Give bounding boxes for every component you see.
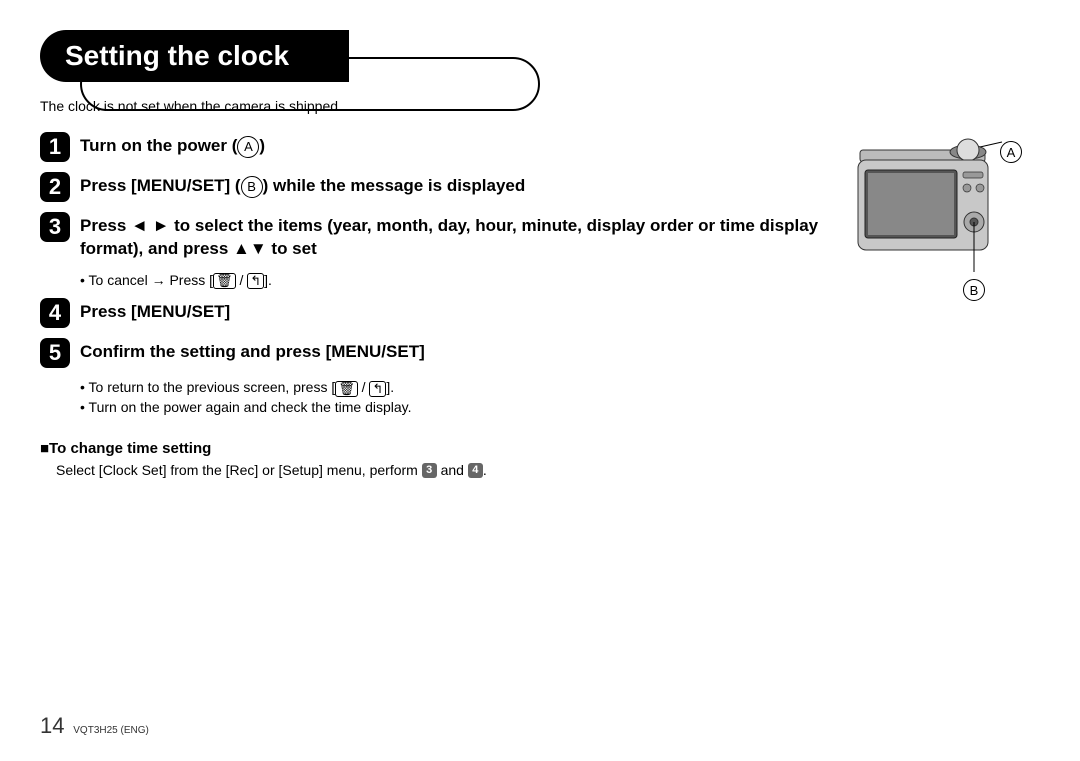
note-text-end: ].	[264, 272, 272, 288]
section-header: Setting the clock	[40, 30, 1040, 82]
intro-text: The clock is not set when the camera is …	[40, 98, 1040, 114]
note-text: To cancel → Press [	[89, 272, 214, 288]
trash-icon: 🗑	[335, 381, 358, 397]
step-number-badge: 2	[40, 172, 70, 202]
step-2-text-a: Press [MENU/SET] (	[80, 176, 241, 195]
and-text: and	[437, 462, 468, 478]
note-text-end: ].	[386, 379, 394, 395]
step-5-text: Confirm the setting and press [MENU/SET]	[80, 338, 425, 364]
callout-letter-b: B	[241, 176, 263, 198]
trash-icon: 🗑	[213, 273, 236, 289]
callout-letter-a: A	[237, 136, 259, 158]
change-text-b: .	[483, 462, 487, 478]
return-icon: ↰	[247, 273, 264, 289]
note-bullet	[80, 379, 89, 395]
slash: /	[358, 379, 370, 395]
step-1-text-b: )	[259, 136, 265, 155]
step-3-text: Press ◄ ► to select the items (year, mon…	[80, 212, 830, 261]
step-2: 2 Press [MENU/SET] (B) while the message…	[40, 172, 830, 202]
step-1-text-a: Turn on the power (	[80, 136, 237, 155]
camera-illustration-column: A B	[850, 132, 1040, 338]
note-text: To return to the previous screen, press …	[89, 379, 336, 395]
step-3: 3 Press ◄ ► to select the items (year, m…	[40, 212, 830, 261]
step-4-text: Press [MENU/SET]	[80, 298, 230, 324]
note-bullet	[80, 399, 89, 415]
step-1: 1 Turn on the power (A)	[40, 132, 830, 162]
step-5-note: To return to the previous screen, press …	[80, 378, 1040, 417]
step-1-text: Turn on the power (A)	[80, 132, 265, 158]
step-number-badge: 3	[40, 212, 70, 242]
step-2-text: Press [MENU/SET] (B) while the message i…	[80, 172, 525, 198]
note-bullet	[80, 272, 89, 288]
camera-illustration	[850, 132, 1020, 332]
step-number-badge: 1	[40, 132, 70, 162]
page-number: 14	[40, 713, 64, 738]
step-number-badge: 4	[40, 298, 70, 328]
steps-column: 1 Turn on the power (A) 2 Press [MENU/SE…	[40, 132, 830, 338]
change-time-heading: ■To change time setting	[40, 440, 1040, 457]
change-time-text: Select [Clock Set] from the [Rec] or [Se…	[56, 461, 1040, 481]
change-text-a: Select [Clock Set] from the [Rec] or [Se…	[56, 462, 422, 478]
note-text: Turn on the power again and check the ti…	[89, 399, 412, 415]
step-5: 5 Confirm the setting and press [MENU/SE…	[40, 338, 600, 368]
callout-b-marker: B	[963, 279, 985, 301]
step-ref-3: 3	[422, 463, 437, 478]
page-footer: 14 VQT3H25 (ENG)	[40, 713, 149, 739]
step-ref-4: 4	[468, 463, 483, 478]
doc-code: VQT3H25 (ENG)	[73, 725, 149, 736]
step-3-note: To cancel → Press [🗑 / ↰].	[80, 271, 830, 291]
step-number-badge: 5	[40, 338, 70, 368]
step-4: 4 Press [MENU/SET]	[40, 298, 830, 328]
return-icon: ↰	[369, 381, 386, 397]
callout-a-marker: A	[1000, 141, 1022, 163]
page-title: Setting the clock	[40, 30, 349, 82]
slash: /	[236, 272, 248, 288]
step-2-text-b: ) while the message is displayed	[263, 176, 526, 195]
